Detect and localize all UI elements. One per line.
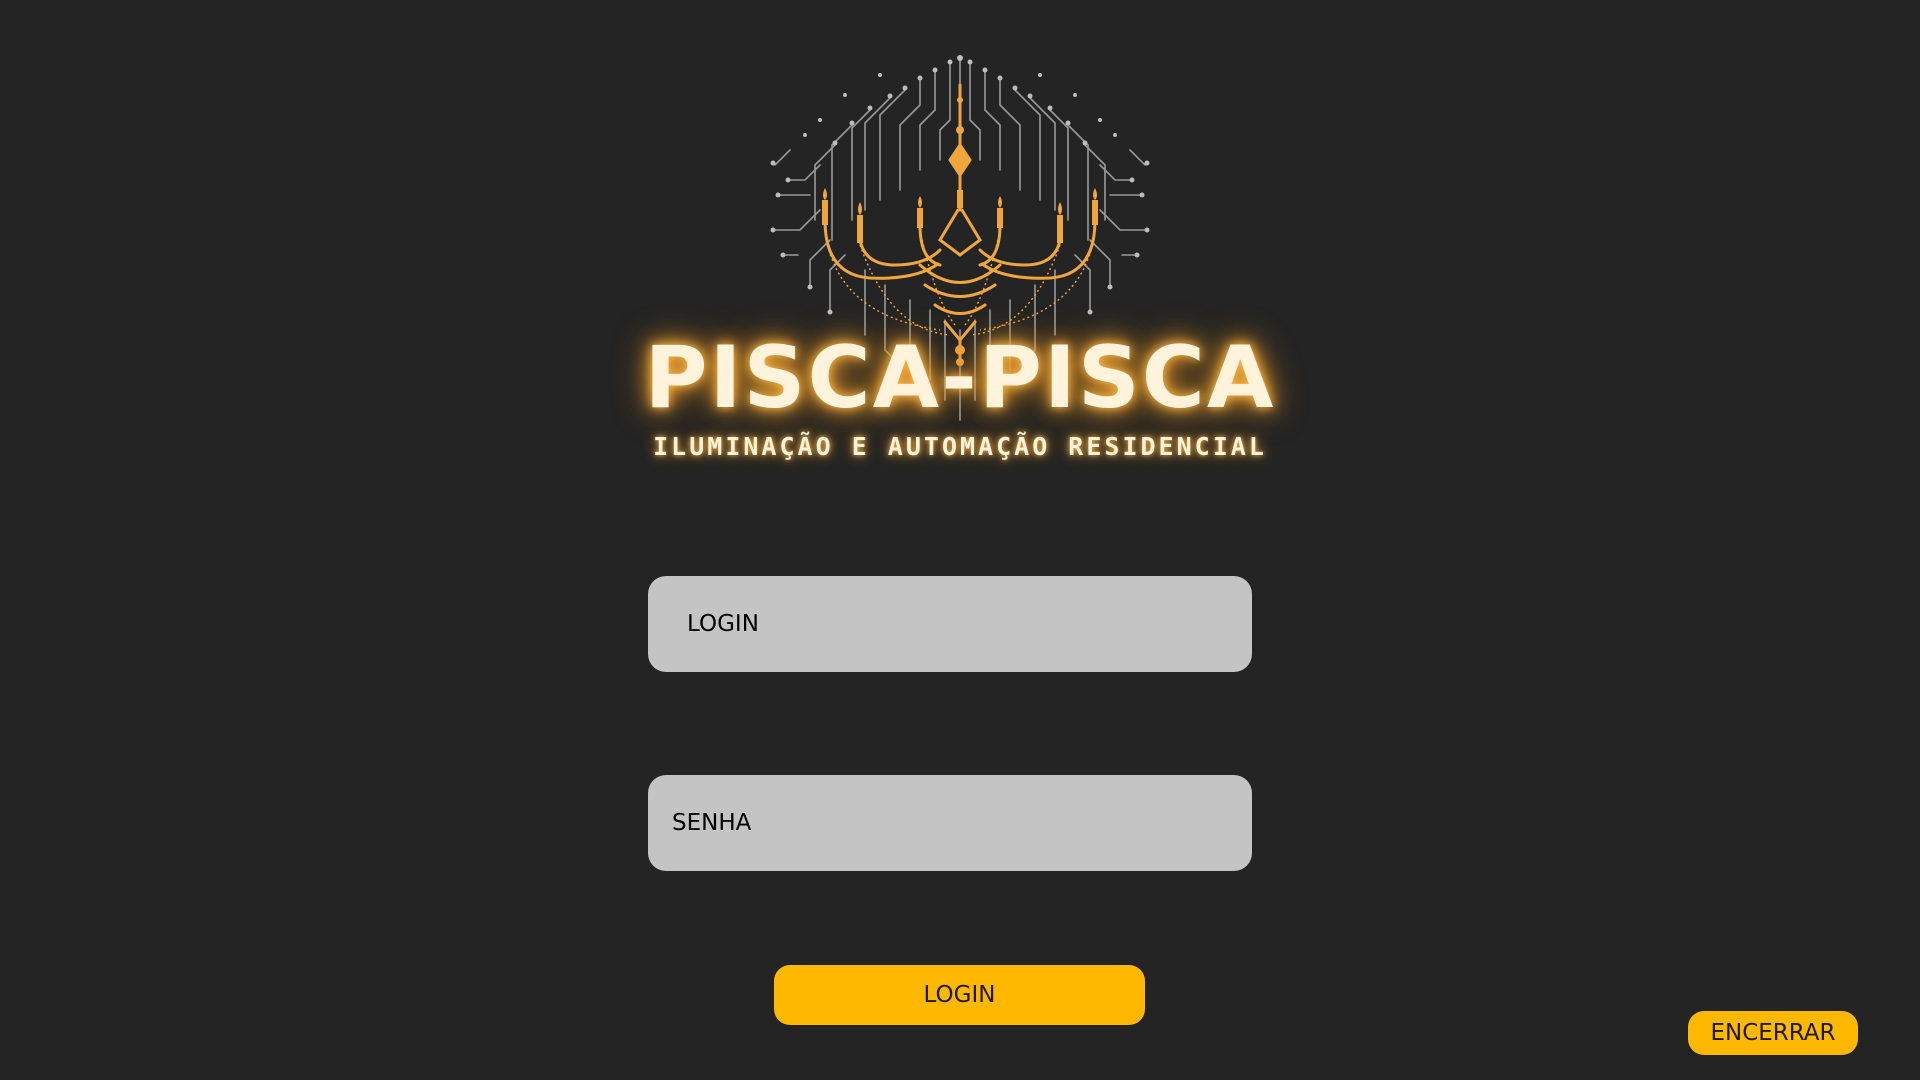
brand-subtitle: ILUMINAÇÃO E AUTOMAÇÃO RESIDENCIAL [653, 432, 1267, 461]
exit-button-label: ENCERRAR [1710, 1020, 1836, 1046]
login-button-label: LOGIN [923, 982, 996, 1008]
login-screen: PISCA-PISCA ILUMINAÇÃO E AUTOMAÇÃO RESID… [0, 0, 1920, 1080]
login-button[interactable]: LOGIN [774, 965, 1145, 1025]
exit-button[interactable]: ENCERRAR [1688, 1011, 1858, 1055]
login-field [648, 576, 1252, 672]
brand-title: PISCA-PISCA [644, 328, 1276, 428]
password-field [648, 775, 1252, 871]
password-input[interactable] [648, 775, 1252, 871]
login-input[interactable] [648, 576, 1252, 672]
